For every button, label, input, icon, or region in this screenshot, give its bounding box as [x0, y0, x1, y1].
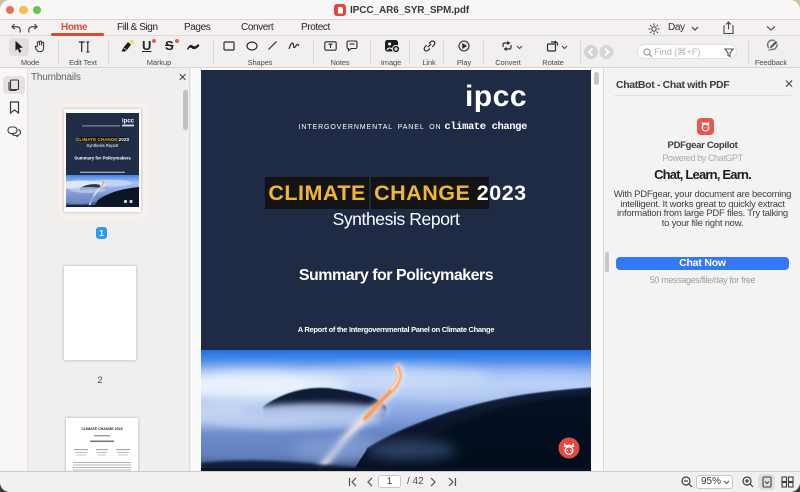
svg-text:CLIMATE CHANGE 2023: CLIMATE CHANGE 2023 — [76, 137, 129, 142]
svg-text:CLIMATE CHANGE 2023: CLIMATE CHANGE 2023 — [81, 427, 122, 431]
svg-text:Synthesis Report: Synthesis Report — [87, 143, 120, 148]
svg-text:ipcc: ipcc — [122, 119, 135, 125]
svg-text:Summary for Policymakers: Summary for Policymakers — [74, 156, 131, 161]
